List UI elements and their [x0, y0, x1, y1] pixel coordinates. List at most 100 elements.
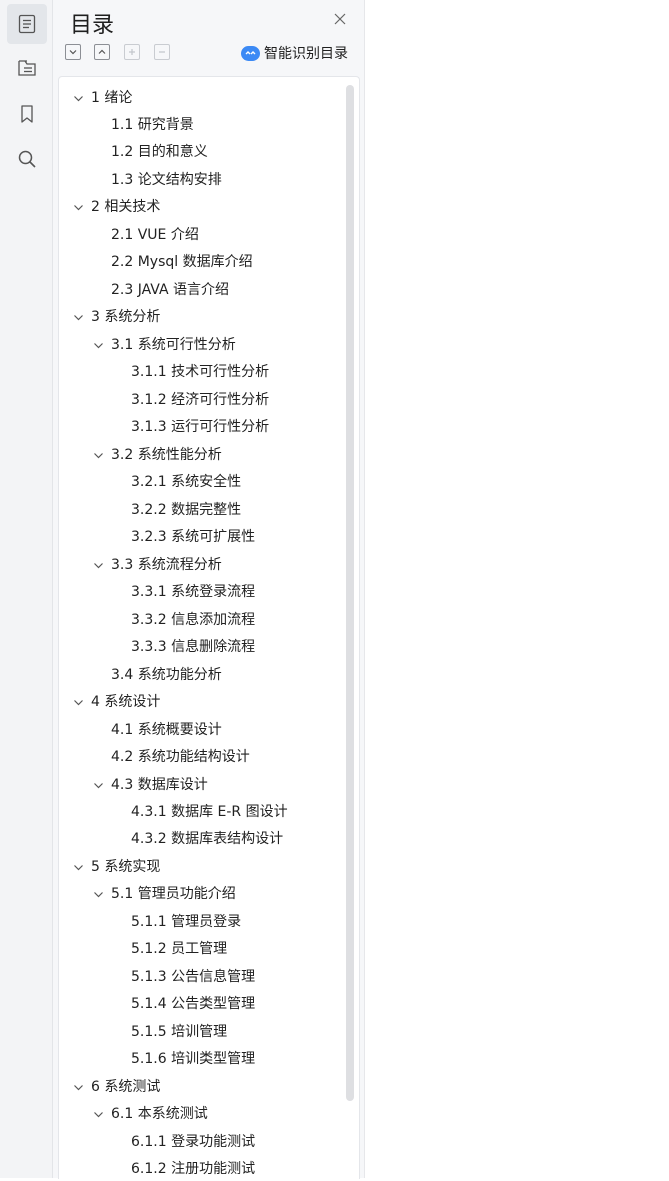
- toc-item[interactable]: 3.1.2 经济可行性分析: [59, 388, 339, 412]
- toc-item-label: 4.2 系统功能结构设计: [111, 749, 250, 766]
- chevron-down-icon: [69, 50, 77, 55]
- chevron-down-icon[interactable]: [93, 450, 104, 461]
- toc-item[interactable]: 5.1.5 培训管理: [59, 1020, 339, 1044]
- toc-item[interactable]: 3.3.2 信息添加流程: [59, 608, 339, 632]
- plus-icon: [129, 49, 135, 55]
- toc-item[interactable]: 3.4 系统功能分析: [59, 663, 339, 687]
- toc-item[interactable]: 3.2 系统性能分析: [59, 443, 339, 467]
- thumbnail-icon[interactable]: [7, 48, 47, 88]
- toc-item[interactable]: 1.2 目的和意义: [59, 140, 339, 164]
- toc-item[interactable]: 5.1.1 管理员登录: [59, 910, 339, 934]
- toc-item[interactable]: 4.3 数据库设计: [59, 773, 339, 797]
- outline-panel: 目录 智能识别目录 1 绪论 1.1 研究背景 1.2 目的和意义 1.3 论文结构安…: [53, 0, 365, 1179]
- toc-item-label: 4.3.2 数据库表结构设计: [131, 831, 284, 848]
- toc-item-label: 3.2 系统性能分析: [111, 446, 222, 463]
- scrollbar-thumb[interactable]: [346, 85, 354, 1101]
- toc-item-label: 4.1 系统概要设计: [111, 721, 222, 738]
- toc-item[interactable]: 1.1 研究背景: [59, 113, 339, 137]
- toc-item[interactable]: 3.2.3 系统可扩展性: [59, 525, 339, 549]
- ai-recognize-label: 智能识别目录: [264, 46, 348, 62]
- toc-item[interactable]: 5.1.3 公告信息管理: [59, 965, 339, 989]
- toc-item[interactable]: 4.1 系统概要设计: [59, 718, 339, 742]
- toc-item-label: 3.1 系统可行性分析: [111, 336, 236, 353]
- toc-item[interactable]: 3.2.2 数据完整性: [59, 498, 339, 522]
- toc-item[interactable]: 3.3.1 系统登录流程: [59, 580, 339, 604]
- toc-item[interactable]: 2.3 JAVA 语言介绍: [59, 278, 339, 302]
- panel-title: 目录: [70, 13, 115, 38]
- toc-item[interactable]: 5.1.4 公告类型管理: [59, 992, 339, 1016]
- minus-icon: [159, 51, 165, 53]
- toc-item[interactable]: 2.1 VUE 介绍: [59, 223, 339, 247]
- toc-item[interactable]: 4.3.2 数据库表结构设计: [59, 827, 339, 851]
- chevron-down-icon[interactable]: [93, 780, 104, 791]
- toc-item-label: 3.2.1 系统安全性: [131, 474, 242, 491]
- toc-item-label: 5.1.6 培训类型管理: [131, 1051, 256, 1068]
- chevron-up-icon: [98, 49, 106, 54]
- toc-item-label: 5.1.2 员工管理: [131, 941, 228, 958]
- close-icon[interactable]: [333, 12, 347, 26]
- toc-item[interactable]: 3.3.3 信息删除流程: [59, 635, 339, 659]
- toc-item[interactable]: 4.2 系统功能结构设计: [59, 745, 339, 769]
- toc-item-label: 6.1 本系统测试: [111, 1106, 208, 1123]
- toc-item[interactable]: 4 系统设计: [59, 690, 339, 714]
- toc-item[interactable]: 3 系统分析: [59, 305, 339, 329]
- chevron-down-icon[interactable]: [93, 340, 104, 351]
- toc-tree: 1 绪论 1.1 研究背景 1.2 目的和意义 1.3 论文结构安排 2 相关技术 2.1…: [58, 76, 360, 1179]
- toc-item-label: 2.3 JAVA 语言介绍: [111, 281, 229, 298]
- add-entry-button[interactable]: [124, 44, 140, 60]
- toc-item[interactable]: 6 系统测试: [59, 1075, 339, 1099]
- toc-item[interactable]: 1 绪论: [59, 86, 339, 110]
- toc-item-label: 2.1 VUE 介绍: [111, 226, 199, 243]
- toc-item-label: 5 系统实现: [91, 858, 161, 875]
- toc-item[interactable]: 3.1.3 运行可行性分析: [59, 415, 339, 439]
- toc-item-label: 3.2.2 数据完整性: [131, 501, 242, 518]
- chevron-down-icon[interactable]: [73, 93, 84, 104]
- toc-item-label: 5.1.5 培训管理: [131, 1023, 228, 1040]
- toc-item[interactable]: 4.3.1 数据库 E-R 图设计: [59, 800, 339, 824]
- chevron-down-icon[interactable]: [73, 697, 84, 708]
- toc-item[interactable]: 6.1.1 登录功能测试: [59, 1130, 339, 1154]
- toc-item[interactable]: 6.1 本系统测试: [59, 1102, 339, 1126]
- outline-icon[interactable]: [7, 4, 47, 44]
- chevron-down-icon[interactable]: [73, 312, 84, 323]
- toc-item-label: 6.1.1 登录功能测试: [131, 1133, 256, 1150]
- toc-item[interactable]: 3.1.1 技术可行性分析: [59, 360, 339, 384]
- toc-item-label: 3 系统分析: [91, 309, 161, 326]
- ai-recognize-toc-button[interactable]: 智能识别目录: [241, 43, 348, 63]
- toc-item[interactable]: 6.1.2 注册功能测试: [59, 1157, 339, 1181]
- toc-item-label: 3.1.2 经济可行性分析: [131, 391, 270, 408]
- toc-item[interactable]: 1.3 论文结构安排: [59, 168, 339, 192]
- toc-item-label: 3.1.1 技术可行性分析: [131, 364, 270, 381]
- toc-item[interactable]: 3.3 系统流程分析: [59, 553, 339, 577]
- toc-item[interactable]: 5.1.2 员工管理: [59, 937, 339, 961]
- collapse-all-button[interactable]: [65, 44, 81, 60]
- toc-item-label: 1 绪论: [91, 89, 133, 106]
- chevron-down-icon[interactable]: [93, 560, 104, 571]
- toc-item[interactable]: 3.1 系统可行性分析: [59, 333, 339, 357]
- chevron-down-icon[interactable]: [93, 1109, 104, 1120]
- toc-item[interactable]: 2.2 Mysql 数据库介绍: [59, 250, 339, 274]
- chevron-down-icon[interactable]: [93, 889, 104, 900]
- toc-item[interactable]: 2 相关技术: [59, 195, 339, 219]
- toc-item-label: 5.1.1 管理员登录: [131, 913, 242, 930]
- chevron-down-icon[interactable]: [73, 202, 84, 213]
- ai-icon: [241, 45, 260, 61]
- toc-item-label: 6.1.2 注册功能测试: [131, 1161, 256, 1178]
- toc-item-label: 6 系统测试: [91, 1078, 161, 1095]
- toc-item[interactable]: 5.1.6 培训类型管理: [59, 1047, 339, 1071]
- toc-item-label: 4.3.1 数据库 E-R 图设计: [131, 803, 288, 820]
- toc-item-label: 4 系统设计: [91, 694, 161, 711]
- toc-item[interactable]: 3.2.1 系统安全性: [59, 470, 339, 494]
- chevron-down-icon[interactable]: [73, 1082, 84, 1093]
- bookmark-icon[interactable]: [7, 94, 47, 134]
- toc-item-label: 5.1.4 公告类型管理: [131, 996, 256, 1013]
- toc-item[interactable]: 5 系统实现: [59, 855, 339, 879]
- expand-all-button[interactable]: [94, 44, 110, 60]
- toc-item-label: 2 相关技术: [91, 199, 161, 216]
- toc-item-label: 1.2 目的和意义: [111, 144, 208, 161]
- side-rail: [0, 0, 53, 1178]
- search-icon[interactable]: [7, 139, 47, 179]
- toc-item[interactable]: 5.1 管理员功能介绍: [59, 882, 339, 906]
- chevron-down-icon[interactable]: [73, 862, 84, 873]
- remove-entry-button[interactable]: [154, 44, 170, 60]
